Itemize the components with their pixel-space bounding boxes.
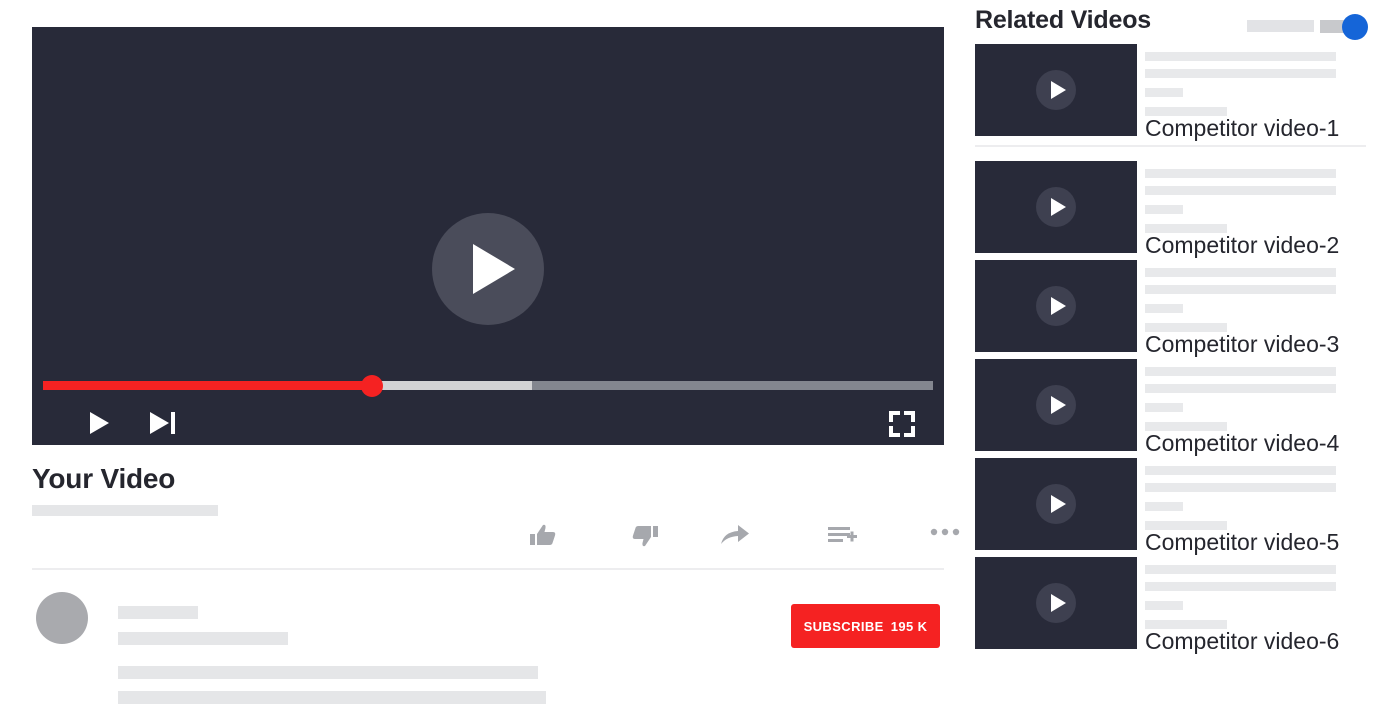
meta-placeholder — [1145, 304, 1183, 313]
thumbs-up-icon — [530, 524, 556, 545]
center-play-button[interactable] — [432, 213, 544, 325]
title-placeholder — [1145, 582, 1336, 591]
related-video-label: Competitor video-2 — [1145, 232, 1340, 258]
progress-bar[interactable] — [43, 381, 933, 390]
description-line — [118, 691, 546, 704]
title-placeholder — [1145, 367, 1336, 376]
more-button[interactable] — [930, 524, 960, 542]
channel-row: SUBSCRIBE 195 K — [32, 592, 944, 652]
three-dots-icon — [930, 528, 960, 536]
meta-placeholder — [1145, 601, 1183, 610]
meta-placeholder — [1145, 502, 1183, 511]
play-icon — [1036, 385, 1076, 425]
like-button[interactable] — [530, 524, 556, 548]
title-placeholder — [1145, 285, 1336, 294]
fullscreen-icon[interactable] — [889, 411, 915, 437]
related-video-label: Competitor video-5 — [1145, 529, 1340, 555]
related-video-label: Competitor video-3 — [1145, 331, 1340, 357]
channel-meta-placeholder — [118, 632, 288, 645]
related-videos-sidebar: Related Videos Competitor video-1 Compet… — [975, 0, 1376, 720]
toggle-knob[interactable] — [1342, 14, 1368, 40]
list-item[interactable]: Competitor video-5 — [975, 458, 1376, 555]
video-thumbnail[interactable] — [975, 359, 1137, 451]
sidebar-header: Related Videos — [975, 0, 1376, 44]
play-icon — [1036, 583, 1076, 623]
thumbs-down-icon — [632, 526, 658, 547]
list-item[interactable]: Competitor video-6 — [975, 557, 1376, 654]
toggle-label-placeholder — [1247, 20, 1314, 32]
video-thumbnail[interactable] — [975, 458, 1137, 550]
divider — [975, 145, 1366, 147]
description-placeholder — [118, 666, 944, 704]
related-video-label: Competitor video-1 — [1145, 115, 1340, 141]
meta-placeholder — [1145, 88, 1183, 97]
video-meta-placeholder — [32, 505, 218, 516]
title-placeholder — [1145, 69, 1336, 78]
play-icon[interactable] — [90, 412, 109, 434]
share-button[interactable] — [720, 524, 750, 551]
next-track-icon[interactable] — [150, 412, 175, 434]
list-item[interactable]: Competitor video-1 — [975, 44, 1376, 141]
title-placeholder — [1145, 268, 1336, 277]
play-icon — [1036, 484, 1076, 524]
subscribe-label: SUBSCRIBE — [803, 618, 884, 634]
progress-buffered — [372, 381, 533, 390]
video-thumbnail[interactable] — [975, 260, 1137, 352]
list-item[interactable]: Competitor video-2 — [975, 161, 1376, 258]
progress-remaining — [532, 381, 933, 390]
video-thumbnail[interactable] — [975, 161, 1137, 253]
add-to-playlist-icon — [828, 527, 857, 542]
channel-name-placeholder — [118, 606, 198, 619]
title-placeholder — [1145, 169, 1336, 178]
play-icon — [1036, 187, 1076, 227]
title-placeholder — [1145, 483, 1336, 492]
page-title: Your Video — [32, 463, 176, 494]
play-icon — [1036, 70, 1076, 110]
related-video-label: Competitor video-6 — [1145, 628, 1340, 654]
title-placeholder — [1145, 466, 1336, 475]
subscriber-count: 195 K — [890, 618, 928, 634]
list-item[interactable]: Competitor video-3 — [975, 260, 1376, 357]
description-line — [118, 666, 538, 679]
video-action-bar — [32, 516, 960, 568]
title-placeholder — [1145, 384, 1336, 393]
avatar[interactable] — [36, 592, 88, 644]
play-icon — [1036, 286, 1076, 326]
list-item[interactable]: Competitor video-4 — [975, 359, 1376, 456]
play-icon — [473, 244, 515, 294]
progress-played — [43, 381, 373, 390]
player-controls — [32, 405, 944, 445]
subscribe-button[interactable]: SUBSCRIBE 195 K — [791, 604, 940, 648]
related-video-label: Competitor video-4 — [1145, 430, 1340, 456]
autoplay-toggle[interactable] — [1320, 14, 1368, 40]
save-button[interactable] — [828, 524, 858, 551]
meta-placeholder — [1145, 205, 1183, 214]
video-thumbnail[interactable] — [975, 44, 1137, 136]
progress-scrubber-handle[interactable] — [361, 375, 384, 397]
dislike-button[interactable] — [632, 524, 658, 548]
title-placeholder — [1145, 186, 1336, 195]
share-arrow-icon — [721, 525, 749, 544]
video-thumbnail[interactable] — [975, 557, 1137, 649]
divider — [32, 568, 944, 570]
related-videos-title: Related Videos — [975, 6, 1151, 34]
title-placeholder — [1145, 52, 1336, 61]
video-player[interactable] — [32, 27, 944, 445]
title-placeholder — [1145, 565, 1336, 574]
main-content-column: Your Video SUBSCRIBE 195 K — [32, 27, 960, 716]
meta-placeholder — [1145, 403, 1183, 412]
